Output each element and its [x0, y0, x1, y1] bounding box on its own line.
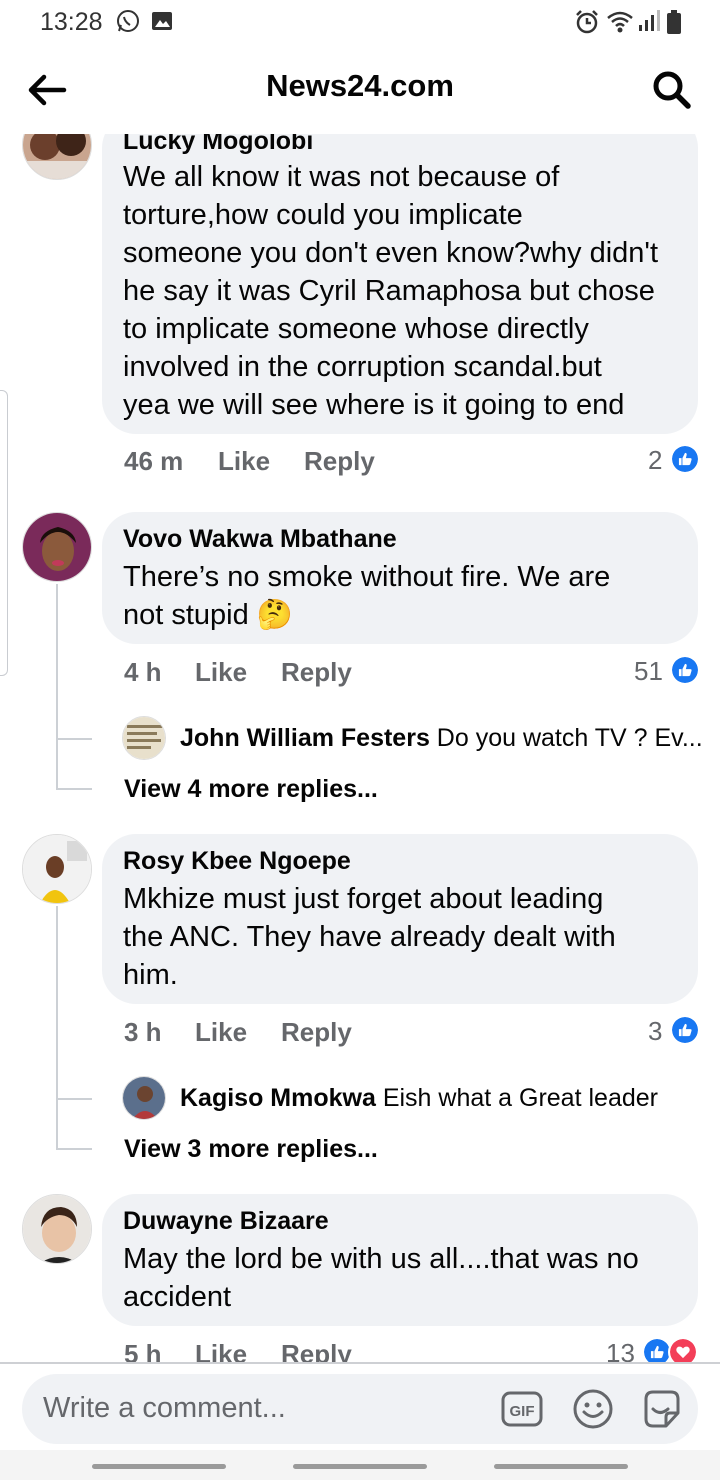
like-button[interactable]: Like: [218, 446, 270, 477]
comment-author[interactable]: Vovo Wakwa Mbathane: [123, 524, 678, 554]
nav-recents-button[interactable]: [92, 1464, 226, 1469]
wifi-icon: [607, 11, 633, 33]
thread-line: [56, 788, 92, 790]
emoji-icon[interactable]: [571, 1387, 615, 1431]
comment-text: Mkhize must just forget about leading th…: [123, 883, 616, 991]
like-button[interactable]: Like: [195, 657, 247, 688]
like-button[interactable]: Like: [195, 1017, 247, 1048]
view-more-replies[interactable]: View 3 more replies...: [124, 1135, 378, 1164]
comment-time: 4 h: [124, 657, 162, 687]
comment-bubble[interactable]: Lucky Mogolobi We all know it was not be…: [102, 134, 698, 434]
reply-text: Do you watch TV ? Ev...: [436, 724, 703, 752]
status-bar: 13:28: [0, 0, 720, 44]
reply-preview[interactable]: John William Festers Do you watch TV ? E…: [180, 724, 703, 753]
comment-time: 3 h: [124, 1017, 162, 1047]
avatar[interactable]: [22, 512, 92, 582]
comment-composer[interactable]: Write a comment... GIF: [22, 1374, 698, 1444]
thread-line: [56, 584, 58, 790]
like-reaction-icon: [670, 1015, 700, 1045]
reply-preview[interactable]: Kagiso Mmokwa Eish what a Great leader: [180, 1084, 658, 1113]
like-reaction-icon: [670, 444, 700, 474]
view-more-replies[interactable]: View 4 more replies...: [124, 775, 378, 804]
like-reaction-icon: [670, 655, 700, 685]
reply-button[interactable]: Reply: [281, 657, 352, 688]
comment-author[interactable]: Lucky Mogolobi: [123, 134, 678, 156]
comment-author[interactable]: Rosy Kbee Ngoepe: [123, 846, 678, 876]
comment-input[interactable]: Write a comment...: [43, 1392, 286, 1425]
gif-label: GIF: [510, 1403, 535, 1420]
comment-bubble[interactable]: Duwayne Bizaare May the lord be with us …: [102, 1194, 698, 1326]
comment-time: 5 h: [124, 1339, 162, 1362]
thread-line: [56, 906, 58, 1150]
comment-author[interactable]: Duwayne Bizaare: [123, 1206, 678, 1236]
avatar[interactable]: [22, 834, 92, 904]
avatar[interactable]: [22, 134, 92, 180]
reply-button[interactable]: Reply: [281, 1339, 352, 1362]
sticker-icon[interactable]: [640, 1387, 684, 1431]
reply-author[interactable]: Kagiso Mmokwa: [180, 1084, 376, 1112]
alarm-icon: [576, 10, 598, 34]
comment-bubble[interactable]: Vovo Wakwa Mbathane There’s no smoke wit…: [102, 512, 698, 644]
comment-time: 46 m: [124, 446, 184, 476]
gallery-icon: [152, 12, 172, 30]
reply-author[interactable]: John William Festers: [180, 724, 430, 752]
gif-icon[interactable]: GIF: [500, 1387, 544, 1431]
like-count[interactable]: 51: [634, 656, 663, 687]
like-count[interactable]: 3: [648, 1016, 662, 1047]
edge-panel-handle[interactable]: [0, 390, 8, 676]
nav-home-button[interactable]: [293, 1464, 427, 1469]
status-time: 13:28: [40, 8, 103, 36]
comment-text: May the lord be with us all....that was …: [123, 1243, 639, 1313]
avatar[interactable]: [122, 1076, 166, 1120]
page-title: News24.com: [266, 68, 454, 103]
comment-bubble[interactable]: Rosy Kbee Ngoepe Mkhize must just forget…: [102, 834, 698, 1004]
composer-divider: [0, 1362, 720, 1364]
thread-line: [56, 738, 92, 740]
avatar[interactable]: [22, 1194, 92, 1264]
nav-back-button[interactable]: [494, 1464, 628, 1469]
reply-button[interactable]: Reply: [304, 446, 375, 477]
thread-line: [56, 1148, 92, 1150]
whatsapp-icon: [117, 10, 139, 32]
signal-icon: [639, 10, 660, 31]
thread-line: [56, 1098, 92, 1100]
comments-feed[interactable]: Lucky Mogolobi We all know it was not be…: [0, 134, 720, 1362]
reply-text: Eish what a Great leader: [382, 1084, 658, 1112]
like-button[interactable]: Like: [195, 1339, 247, 1362]
battery-icon: [667, 10, 681, 34]
like-count[interactable]: 2: [648, 445, 662, 476]
app-header: News24.com: [0, 44, 720, 134]
comment-text: We all know it was not because of tortur…: [123, 161, 659, 421]
system-nav-bar: [0, 1450, 720, 1480]
like-count[interactable]: 13: [606, 1338, 635, 1362]
search-icon[interactable]: [648, 66, 696, 114]
avatar[interactable]: [122, 716, 166, 760]
comment-text: There’s no smoke without fire. We are no…: [123, 561, 611, 631]
reply-button[interactable]: Reply: [281, 1017, 352, 1048]
love-reaction-icon: [668, 1337, 698, 1362]
